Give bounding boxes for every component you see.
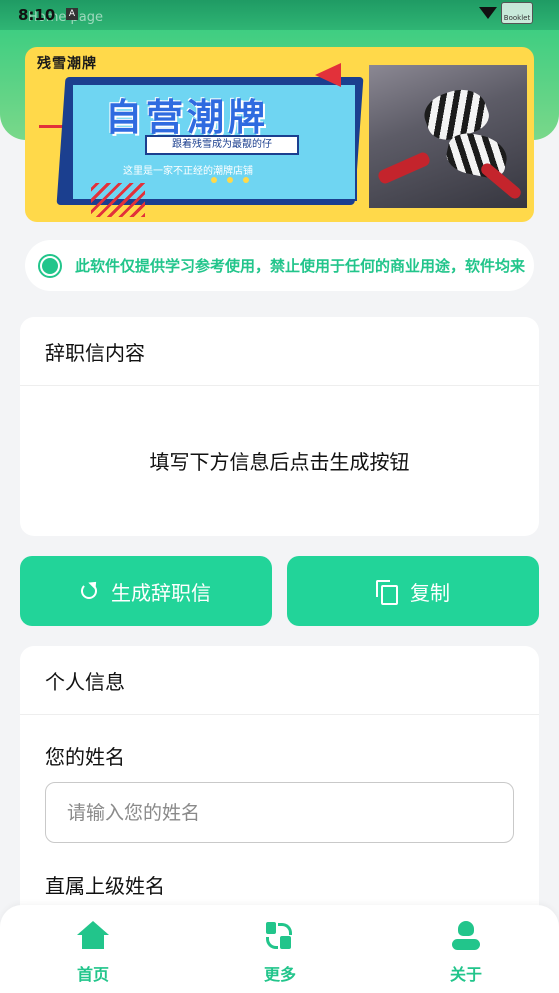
wifi-icon — [479, 7, 497, 19]
letter-content: 填写下方信息后点击生成按钮 — [149, 450, 410, 474]
nav-home[interactable]: 首页 — [48, 921, 138, 985]
generate-label: 生成辞职信 — [111, 582, 211, 605]
bottom-nav: 首页 更多 关于 — [0, 905, 559, 993]
name-input[interactable] — [45, 782, 514, 843]
generate-letter-button[interactable]: 生成辞职信 — [20, 556, 272, 626]
notice-marquee: 此软件仅提供学习参考使用，禁止使用于任何的商业用途，软件均来 — [25, 240, 534, 291]
notification-a-icon: A — [66, 8, 78, 20]
notice-text: 此软件仅提供学习参考使用，禁止使用于任何的商业用途，软件均来 — [75, 257, 526, 275]
nav-more[interactable]: 更多 — [235, 921, 325, 985]
refresh-icon — [81, 583, 97, 599]
name-label: 您的姓名 — [45, 745, 125, 769]
letter-card: 辞职信内容 填写下方信息后点击生成按钮 — [20, 317, 539, 536]
nav-about[interactable]: 关于 — [421, 921, 511, 985]
battery-icon: Booklet — [501, 2, 533, 24]
nav-more-label: 更多 — [263, 965, 296, 984]
sneaker-photo — [369, 65, 527, 208]
red-heel-shape — [376, 150, 432, 186]
promo-banner[interactable]: 残雪潮牌 自营潮牌 跟着残雪成为最靓的仔 这里是一家不正经的潮牌店铺 — [25, 47, 534, 222]
status-time: 8:10 — [18, 6, 56, 24]
status-bar: Home page 8:10 A Booklet — [0, 0, 559, 30]
banner-tagline: 这里是一家不正经的潮牌店铺 — [123, 166, 253, 177]
personal-info-card: 个人信息 您的姓名 直属上级姓名 — [20, 646, 539, 946]
stripes-decoration — [91, 183, 145, 217]
supervisor-name-label: 直属上级姓名 — [45, 874, 165, 898]
copy-button[interactable]: 复制 — [287, 556, 539, 626]
switch-icon — [263, 921, 297, 953]
banner-title: 自营潮牌 — [105, 96, 269, 139]
home-icon — [76, 921, 110, 953]
banner-brand: 残雪潮牌 — [37, 56, 97, 72]
nav-about-label: 关于 — [449, 965, 482, 984]
letter-card-title: 辞职信内容 — [20, 317, 539, 386]
status-indicators: Booklet — [479, 2, 533, 24]
copy-label: 复制 — [410, 582, 450, 605]
info-card-title: 个人信息 — [20, 646, 539, 715]
user-icon — [449, 921, 483, 953]
banner-subtitle: 跟着残雪成为最靓的仔 — [145, 135, 299, 155]
copy-icon — [376, 580, 398, 605]
flag-decoration — [315, 63, 341, 87]
notice-dot-icon — [38, 253, 62, 278]
banner-dots — [211, 177, 249, 183]
nav-home-label: 首页 — [76, 965, 109, 984]
